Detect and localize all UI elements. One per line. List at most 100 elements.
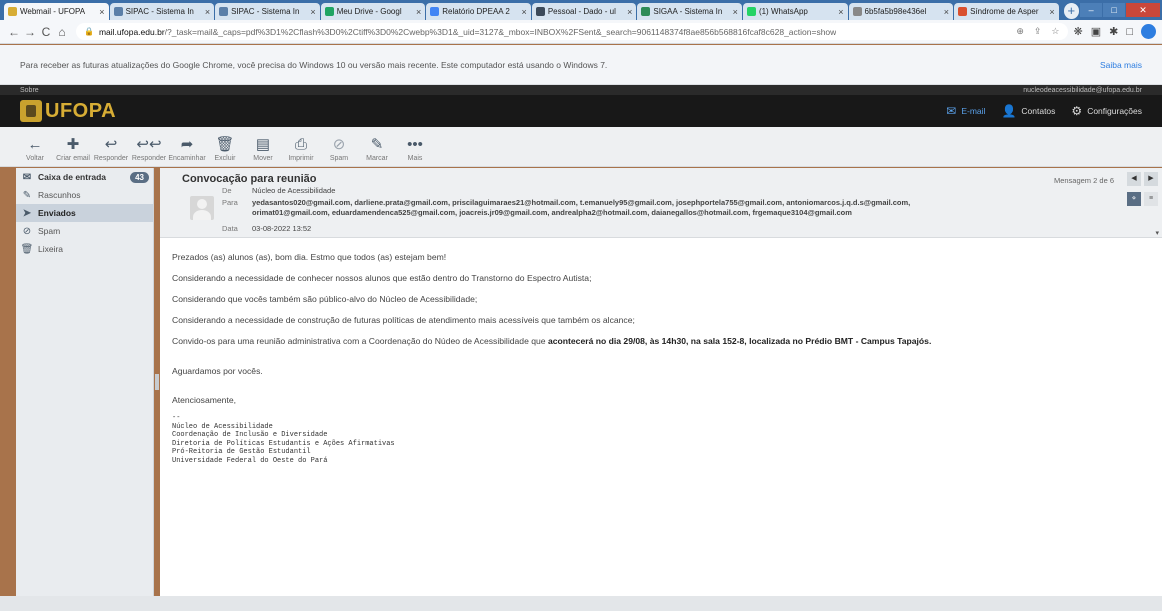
maximize-button[interactable]: □ bbox=[1103, 3, 1126, 17]
folder-spam[interactable]: ⊘ Spam bbox=[16, 222, 153, 240]
learn-more-link[interactable]: Saiba mais bbox=[1100, 60, 1142, 70]
puzzle-icon[interactable]: ✱ bbox=[1109, 25, 1118, 38]
browser-tab[interactable]: SIGAA - Sistema In × bbox=[637, 3, 742, 20]
recipients-line-2[interactable]: orimat01@gmail.com, eduardamendenca525@g… bbox=[252, 208, 852, 217]
zoom-icon[interactable]: ⊕ bbox=[1016, 26, 1024, 37]
to-row: Para yedasantos020@gmail.com, darliene.p… bbox=[222, 198, 1087, 218]
body-paragraph: Convido-os para uma reunião administrati… bbox=[172, 336, 1162, 346]
tab-title: SIPAC - Sistema In bbox=[125, 7, 194, 16]
print-button[interactable]: ⎙ Imprimir bbox=[282, 135, 320, 162]
folder-inbox[interactable]: ✉ Caixa de entrada 43 bbox=[16, 168, 153, 186]
extension-icon[interactable]: ❋ bbox=[1074, 25, 1083, 38]
tab-close-icon[interactable]: × bbox=[838, 7, 843, 17]
headers-toggle-button[interactable]: ⋄ bbox=[1127, 192, 1141, 206]
browser-tab[interactable]: Pessoal - Dado - ul × bbox=[531, 3, 637, 20]
mark-button[interactable]: ✎ Marcar bbox=[358, 135, 396, 162]
tab-close-icon[interactable]: × bbox=[1049, 7, 1054, 17]
folder-drafts[interactable]: ✎ Rascunhos bbox=[16, 186, 153, 204]
browser-tab[interactable]: SIPAC - Sistema In × bbox=[109, 3, 215, 20]
share-icon[interactable]: ⇪ bbox=[1034, 26, 1042, 37]
reply-all-button[interactable]: ↩↩ Responder bbox=[130, 135, 168, 162]
to-value[interactable]: yedasantos020@gmail.com, darliene.prata@… bbox=[252, 198, 1087, 218]
compose-label: Criar email bbox=[56, 155, 90, 162]
folder-sent[interactable]: ➤ Enviados bbox=[16, 204, 153, 222]
minimize-button[interactable]: – bbox=[1080, 3, 1103, 17]
ufopa-logo[interactable]: UFOPA bbox=[20, 100, 116, 123]
tab-close-icon[interactable]: × bbox=[99, 7, 104, 17]
reload-icon[interactable]: C bbox=[38, 25, 54, 39]
tab-close-icon[interactable]: × bbox=[944, 7, 949, 17]
tab-title: Meu Drive - Googl bbox=[336, 7, 402, 16]
tab-close-icon[interactable]: × bbox=[522, 7, 527, 17]
tab-favicon-icon bbox=[641, 7, 651, 16]
reply-button[interactable]: ↩ Responder bbox=[92, 135, 130, 162]
close-window-button[interactable]: ✕ bbox=[1126, 3, 1161, 17]
reply-all-label: Responder bbox=[131, 155, 167, 162]
browser-tab[interactable]: Síndrome de Asper × bbox=[954, 3, 1059, 20]
reply-icon: ↩ bbox=[104, 136, 118, 153]
bookmark-star-icon[interactable]: ☆ bbox=[1051, 26, 1059, 37]
more-button[interactable]: ••• Mais bbox=[396, 135, 434, 162]
nav-email[interactable]: ✉ E-mail bbox=[946, 104, 985, 118]
extensions-area: ❋ ▣ ✱ □ bbox=[1074, 24, 1156, 39]
tab-close-icon[interactable]: × bbox=[416, 7, 421, 17]
message-header: Convocação para reunião Mensagem 2 de 6 … bbox=[160, 168, 1162, 238]
envelope-icon: ✉ bbox=[946, 104, 957, 118]
tab-close-icon[interactable]: × bbox=[205, 7, 210, 17]
browser-tab[interactable]: 6b5fa5b98e436el × bbox=[848, 3, 954, 20]
header-view-controls: ⋄ ≡ bbox=[1127, 192, 1158, 206]
home-icon[interactable]: ⌂ bbox=[54, 25, 70, 39]
lock-icon: 🔒 bbox=[84, 27, 94, 36]
tab-title: Relatório DPEAA 2 bbox=[442, 7, 510, 16]
logo-text: UFOPA bbox=[45, 99, 117, 122]
webmail-top-bar: Sobre nucleodeacessibilidade@ufopa.edu.b… bbox=[0, 85, 1162, 95]
tab-title: SIPAC - Sistema In bbox=[231, 7, 300, 16]
tab-close-icon[interactable]: × bbox=[310, 7, 315, 17]
tab-title: 6b5fa5b98e436el bbox=[864, 7, 927, 16]
browser-tab[interactable]: SIPAC - Sistema In × bbox=[215, 3, 320, 20]
folder-label: Caixa de entrada bbox=[38, 172, 107, 182]
previous-message-button[interactable]: ◀ bbox=[1127, 172, 1141, 186]
compose-button[interactable]: ✚ Criar email bbox=[54, 135, 92, 162]
about-link[interactable]: Sobre bbox=[20, 87, 39, 94]
back-icon[interactable]: ← bbox=[6, 25, 22, 39]
chevron-down-icon[interactable]: ▾ bbox=[1155, 229, 1159, 237]
reply-all-icon: ↩↩ bbox=[136, 136, 162, 153]
delete-button[interactable]: 🗑 Excluir bbox=[206, 135, 244, 162]
spam-button[interactable]: ⊘ Spam bbox=[320, 135, 358, 162]
address-bar[interactable]: 🔒 mail.ufopa.edu.br /?_task=mail&_caps=p… bbox=[76, 23, 1068, 40]
move-button[interactable]: ▤ Mover bbox=[244, 135, 282, 162]
folder-trash[interactable]: 🗑 Lixeira bbox=[16, 240, 153, 258]
move-label: Mover bbox=[253, 155, 273, 162]
tab-title: (1) WhatsApp bbox=[758, 7, 808, 16]
browser-tab[interactable]: Relatório DPEAA 2 × bbox=[426, 3, 531, 20]
nav-contacts[interactable]: 👤 Contatos bbox=[1001, 104, 1055, 118]
extension-icon[interactable]: ▣ bbox=[1091, 25, 1101, 38]
recipients-line-1[interactable]: yedasantos020@gmail.com, darliene.prata@… bbox=[252, 198, 910, 207]
message-nav: ◀ ▶ bbox=[1127, 172, 1158, 186]
body-paragraph: Prezados (as) alunos (as), bom dia. Estm… bbox=[172, 252, 447, 262]
browser-tab[interactable]: (1) WhatsApp × bbox=[742, 3, 848, 20]
tab-favicon-icon bbox=[324, 7, 334, 16]
tab-close-icon[interactable]: × bbox=[627, 7, 632, 17]
new-tab-button[interactable]: + bbox=[1063, 3, 1080, 19]
browser-tab[interactable]: Meu Drive - Googl × bbox=[320, 3, 426, 20]
next-message-button[interactable]: ▶ bbox=[1144, 172, 1158, 186]
forward-icon[interactable]: → bbox=[22, 25, 38, 39]
browser-tab[interactable]: Webmail - UFOPA × bbox=[4, 3, 109, 20]
from-value[interactable]: Núcleo de Acessibilidade bbox=[252, 186, 1087, 196]
nav-settings[interactable]: ⚙ Configurações bbox=[1071, 104, 1142, 118]
meeting-details: acontecerá no dia 29/08, às 14h30, na sa… bbox=[547, 336, 932, 346]
tab-close-icon[interactable]: × bbox=[733, 7, 738, 17]
url-path: /?_task=mail&_caps=pdf%3D1%2Cflash%3D0%2… bbox=[164, 26, 837, 37]
folder-label: Lixeira bbox=[38, 244, 64, 254]
tab-favicon-icon bbox=[8, 7, 17, 16]
back-button[interactable]: ← Voltar bbox=[16, 135, 54, 162]
forward-button[interactable]: ➦ Encaminhar bbox=[168, 135, 206, 162]
print-label: Imprimir bbox=[288, 155, 314, 162]
pane-resize-handle[interactable] bbox=[155, 374, 159, 390]
tab-search-icon[interactable]: □ bbox=[1126, 26, 1133, 38]
tab-favicon-icon bbox=[852, 7, 862, 16]
profile-avatar[interactable] bbox=[1141, 24, 1156, 39]
message-menu-button[interactable]: ≡ bbox=[1144, 192, 1158, 206]
